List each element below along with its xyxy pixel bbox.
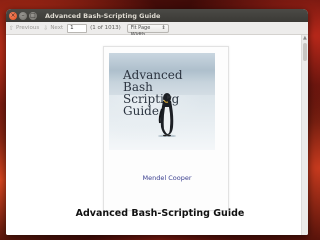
penguin-illustration [158,93,176,137]
close-button[interactable]: × [9,11,17,20]
author-name: Mendel Cooper [142,174,192,182]
caption: Advanced Bash-Scripting Guide [75,208,245,219]
previous-button[interactable]: ⇧ Previous [9,25,39,32]
page-count: (1 of 1013) [90,25,121,31]
document-page: Advanced Bash Scripting Guide Mendel Coo… [103,46,229,211]
document-view[interactable]: Advanced Bash Scripting Guide Mendel Coo… [6,35,308,235]
maximize-icon: □ [30,11,36,19]
window-title: Advanced Bash-Scripting Guide [45,11,161,20]
maximize-button[interactable]: □ [29,11,37,20]
title-bar[interactable]: × – □ Advanced Bash-Scripting Guide [6,9,308,22]
arrow-up-icon: ⇧ [9,24,15,32]
previous-label: Previous [16,25,40,31]
page-number-input[interactable]: 1 [67,23,88,33]
next-button[interactable]: ⇩ Next [43,25,63,32]
close-icon: × [10,11,16,19]
cover-image: Advanced Bash Scripting Guide [109,53,215,150]
zoom-select[interactable]: Fit Page Width ⇕ [126,23,169,38]
document-viewer-window: × – □ Advanced Bash-Scripting Guide ⇧ Pr… [6,9,308,235]
minimize-button[interactable]: – [19,11,27,20]
zoom-value: Fit Page Width [130,24,151,38]
updown-arrows-icon: ⇕ [161,24,166,31]
minimize-icon: – [21,11,25,19]
arrow-down-icon: ⇩ [43,24,49,32]
scrollbar-thumb[interactable] [303,43,307,61]
toolbar: ⇧ Previous ⇩ Next 1 (1 of 1013) Fit Page… [6,22,308,38]
scroll-up-icon[interactable]: ▲ [303,35,307,41]
vertical-scrollbar[interactable]: ▲ [301,35,308,235]
next-label: Next [50,25,64,31]
